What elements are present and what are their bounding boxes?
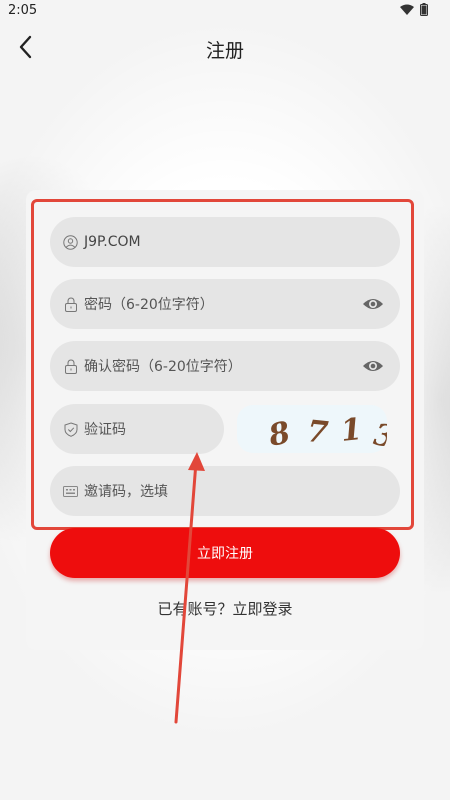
header: 注册 <box>0 22 450 76</box>
battery-icon <box>420 3 428 16</box>
page-title: 注册 <box>205 40 244 62</box>
highlight-box <box>31 199 414 530</box>
wifi-icon <box>400 4 414 15</box>
status-time: 2:05 <box>8 3 38 18</box>
status-icons <box>400 3 428 16</box>
login-link[interactable]: 已有账号？立即登录 <box>0 598 450 619</box>
status-bar: 2:05 <box>0 0 450 22</box>
register-button[interactable]: 立即注册 <box>50 528 400 578</box>
